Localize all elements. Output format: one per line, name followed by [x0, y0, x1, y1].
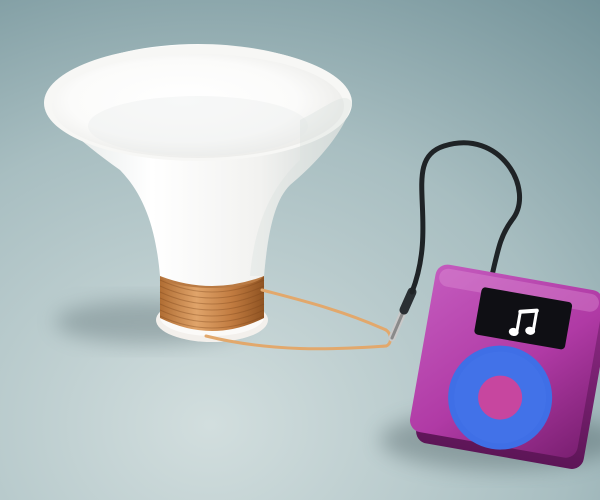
mp3-player: [409, 264, 600, 469]
speaker-cone-mp3-player-scene: [0, 0, 600, 500]
